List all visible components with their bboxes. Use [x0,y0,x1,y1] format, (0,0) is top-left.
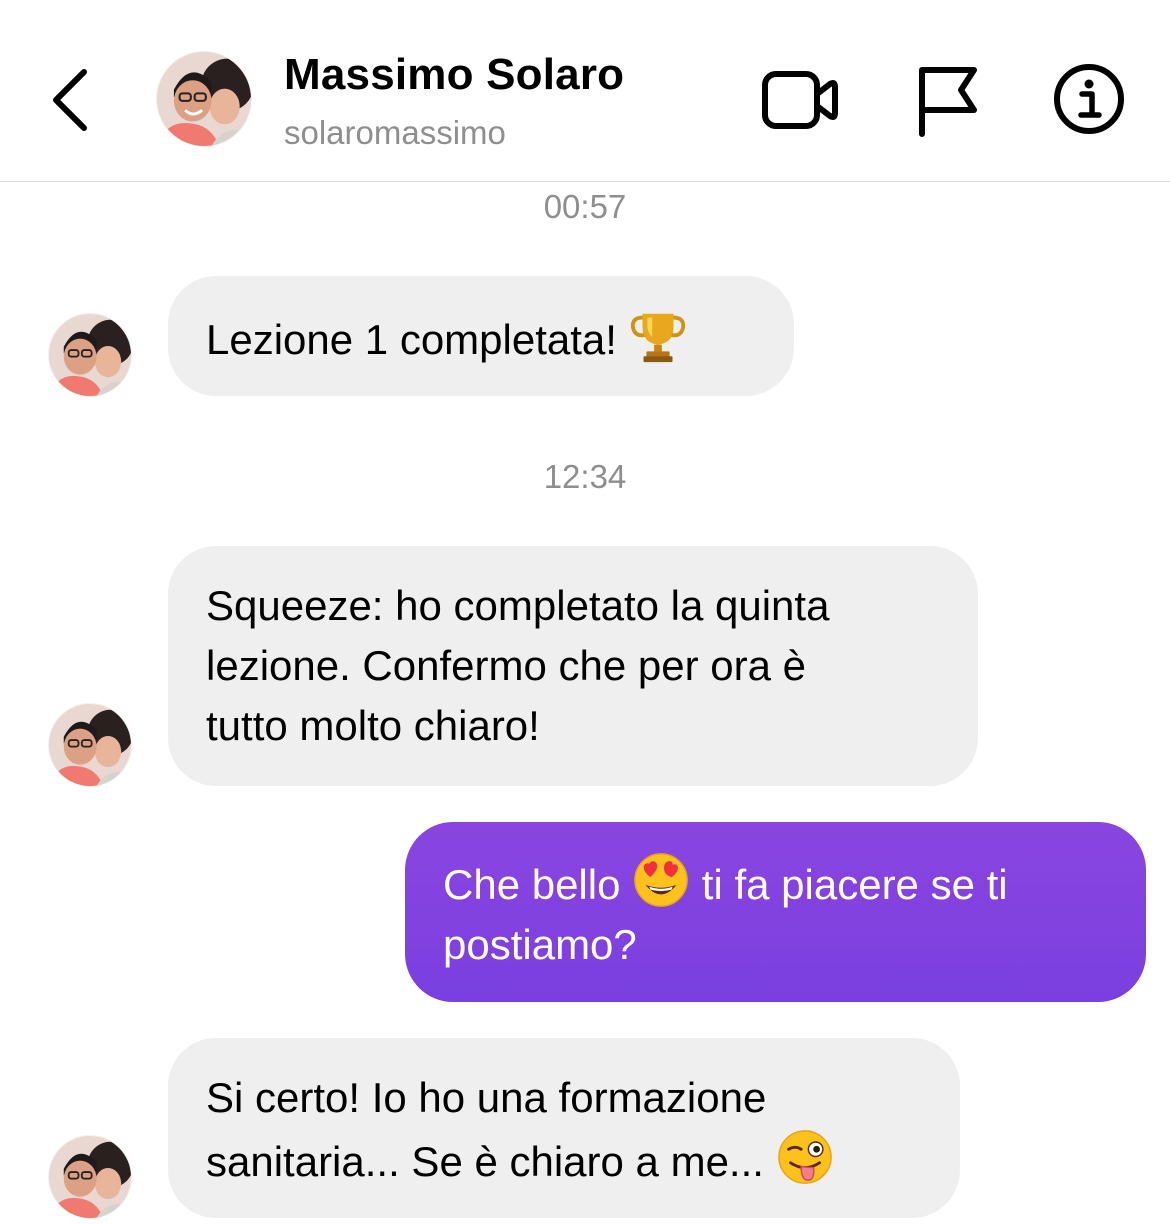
timestamp: 12:34 [543,458,627,495]
flag-icon [919,67,977,137]
sender-avatar[interactable] [49,1136,131,1218]
sender-avatar[interactable] [49,704,131,786]
report-button[interactable] [914,62,980,138]
winking-face-with-tongue-icon [776,1128,834,1186]
back-button[interactable] [44,62,100,138]
heart-eyes-face-icon [632,851,690,909]
profile-photo [157,52,251,146]
contact-avatar[interactable] [157,52,251,146]
profile-photo [49,314,131,396]
chevron-left-icon [53,69,87,131]
chat-header: Massimo Solaro solaromassimo [0,0,1170,182]
incoming-message[interactable]: Si certo! Io ho una formazione sanitaria… [168,1038,960,1218]
timestamp: 00:57 [543,188,627,225]
message-text: Si certo! Io ho una formazione sanitaria… [206,1074,767,1185]
info-icon [1054,64,1124,134]
profile-photo [49,1136,131,1218]
contact-name[interactable]: Massimo Solaro [284,50,624,100]
conversation-info-button[interactable] [1052,62,1126,136]
sender-avatar[interactable] [49,314,131,396]
outgoing-message[interactable]: Che bello ti fa piacere se ti postiamo? [405,822,1146,1002]
video-camera-icon [762,71,838,129]
trophy-icon [629,306,687,364]
profile-photo [49,704,131,786]
incoming-message[interactable]: Lezione 1 completata! [168,276,794,396]
contact-username[interactable]: solaromassimo [284,114,506,152]
video-call-button[interactable] [760,64,840,136]
message-text: Che bello [443,861,633,908]
message-text: Squeeze: ho completato la quinta lezione… [206,582,830,749]
incoming-message[interactable]: Squeeze: ho completato la quinta lezione… [168,546,978,786]
message-text: Lezione 1 completata! [206,316,629,363]
